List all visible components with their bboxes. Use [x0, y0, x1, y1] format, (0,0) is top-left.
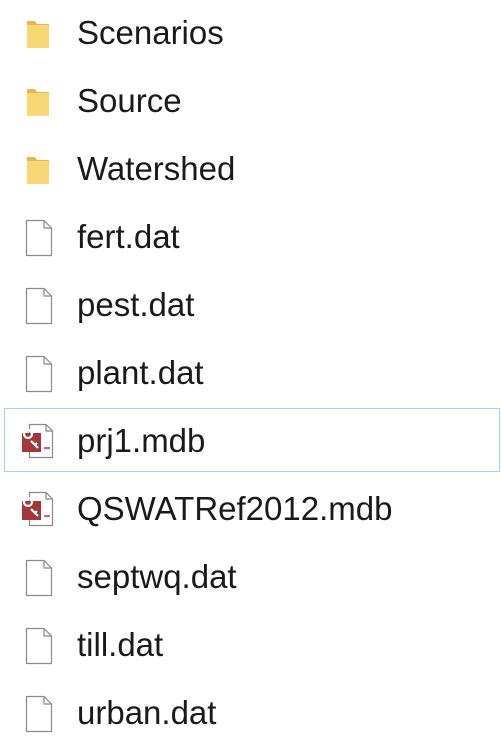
item-name: fert.dat: [77, 218, 180, 255]
file-icon: [19, 283, 57, 327]
list-item[interactable]: Scenarios: [4, 2, 500, 62]
item-name: urban.dat: [77, 694, 217, 731]
list-item[interactable]: Source: [4, 70, 500, 130]
file-icon: [19, 215, 57, 259]
list-item[interactable]: plant.dat: [4, 342, 500, 402]
file-icon: [19, 623, 57, 667]
file-icon: [19, 691, 57, 735]
item-name: prj1.mdb: [77, 422, 206, 459]
list-item[interactable]: Watershed: [4, 138, 500, 198]
access-database-icon: [19, 487, 57, 531]
file-icon: [19, 555, 57, 599]
item-name: till.dat: [77, 626, 164, 663]
folder-icon: [19, 79, 57, 123]
list-item[interactable]: septwq.dat: [4, 546, 500, 606]
file-list: Scenarios Source Watershed fert.dat pest…: [0, 0, 502, 733]
folder-icon: [19, 147, 57, 191]
list-item[interactable]: fert.dat: [4, 206, 500, 266]
list-item[interactable]: QSWATRef2012.mdb: [4, 478, 500, 538]
item-name: septwq.dat: [77, 558, 237, 595]
file-icon: [19, 351, 57, 395]
item-name: QSWATRef2012.mdb: [77, 490, 393, 527]
item-name: pest.dat: [77, 286, 195, 323]
list-item[interactable]: pest.dat: [4, 274, 500, 334]
access-database-icon: [19, 419, 57, 463]
list-item[interactable]: till.dat: [4, 614, 500, 674]
item-name: plant.dat: [77, 354, 204, 391]
list-item[interactable]: prj1.mdb: [4, 408, 500, 472]
folder-icon: [19, 11, 57, 55]
item-name: Scenarios: [77, 14, 224, 51]
item-name: Watershed: [77, 150, 236, 187]
list-item[interactable]: urban.dat: [4, 682, 500, 742]
item-name: Source: [77, 82, 182, 119]
